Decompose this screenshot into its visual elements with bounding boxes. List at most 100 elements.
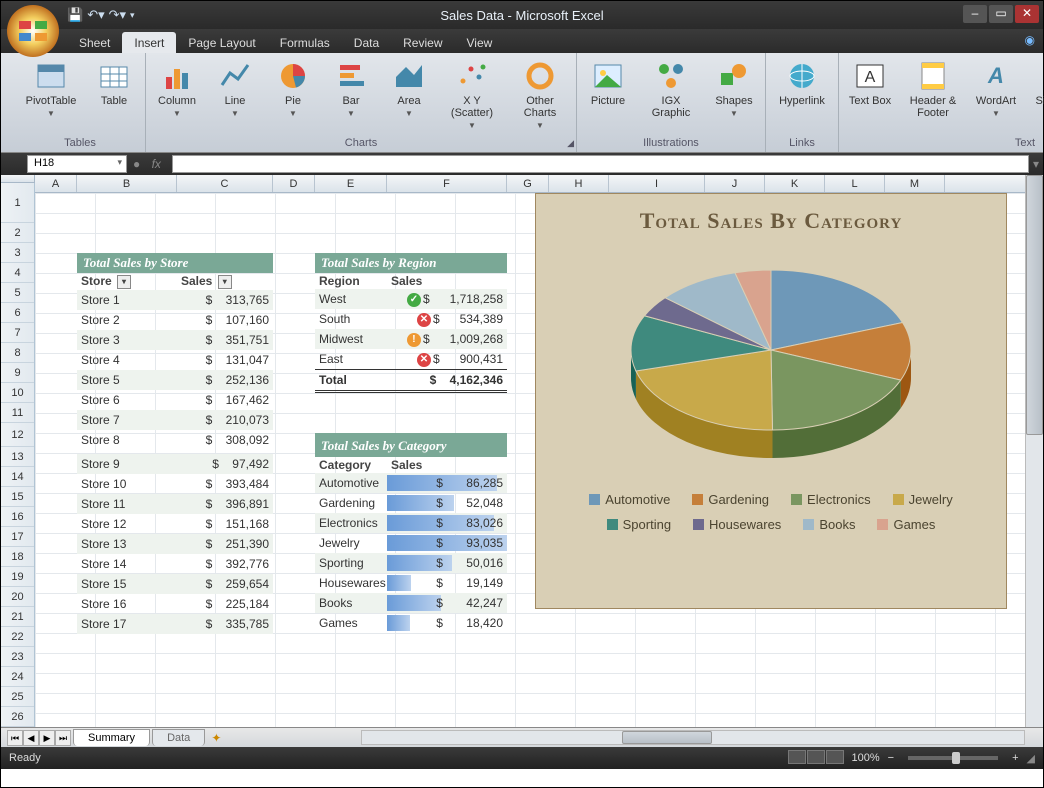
minimize-button[interactable]: – bbox=[963, 5, 987, 23]
filter-icon[interactable]: ▾ bbox=[218, 275, 232, 289]
hyperlink-button[interactable]: Hyperlink bbox=[772, 57, 832, 107]
x-y-scatter--button[interactable]: X Y (Scatter)▼ bbox=[442, 57, 502, 132]
ribbon: PivotTable▼TableTablesColumn▼Line▼Pie▼Ba… bbox=[1, 53, 1043, 153]
row-header-5[interactable]: 5 bbox=[1, 283, 34, 303]
col-header-F[interactable]: F bbox=[387, 175, 507, 192]
row-header-12[interactable]: 12 bbox=[1, 423, 34, 447]
row-header-21[interactable]: 21 bbox=[1, 607, 34, 627]
line-button[interactable]: Line▼ bbox=[210, 57, 260, 120]
column-button[interactable]: Column▼ bbox=[152, 57, 202, 120]
column-chart-icon bbox=[160, 59, 194, 93]
row-header-24[interactable]: 24 bbox=[1, 667, 34, 687]
tab-sheet[interactable]: Sheet bbox=[67, 32, 122, 53]
row-header-3[interactable]: 3 bbox=[1, 243, 34, 263]
fx-icon[interactable]: fx bbox=[146, 157, 166, 171]
col-header-A[interactable]: A bbox=[35, 175, 77, 192]
group-label-links: Links bbox=[772, 135, 832, 152]
tab-insert[interactable]: Insert bbox=[122, 32, 176, 53]
tab-page-layout[interactable]: Page Layout bbox=[176, 32, 267, 53]
filter-icon[interactable]: ▾ bbox=[117, 275, 131, 289]
row-header-23[interactable]: 23 bbox=[1, 647, 34, 667]
row-header-9[interactable]: 9 bbox=[1, 363, 34, 383]
col-header-G[interactable]: G bbox=[507, 175, 549, 192]
sheet-tab-data[interactable]: Data bbox=[152, 729, 205, 746]
col-header-M[interactable]: M bbox=[885, 175, 945, 192]
header-footer-button[interactable]: Header & Footer bbox=[903, 57, 963, 119]
horizontal-scrollbar[interactable] bbox=[361, 730, 1025, 745]
status-ready: Ready bbox=[9, 752, 41, 764]
row-header-20[interactable]: 20 bbox=[1, 587, 34, 607]
table-button[interactable]: Table bbox=[89, 57, 139, 107]
row-header-22[interactable]: 22 bbox=[1, 627, 34, 647]
row-header-2[interactable]: 2 bbox=[1, 223, 34, 243]
sheet-tab-summary[interactable]: Summary bbox=[73, 729, 150, 746]
col-header-L[interactable]: L bbox=[825, 175, 885, 192]
row-header-1[interactable]: 1 bbox=[1, 183, 34, 223]
col-header-E[interactable]: E bbox=[315, 175, 387, 192]
formula-input[interactable] bbox=[172, 155, 1029, 173]
pie-chart[interactable]: Total Sales By Category AutomotiveGarden… bbox=[535, 193, 1007, 609]
other-chart-icon bbox=[523, 59, 557, 93]
row-headers: 1234567891011121314151617181920212223242… bbox=[1, 183, 35, 727]
formula-expand-icon[interactable]: ▾ bbox=[1033, 157, 1039, 171]
zoom-level[interactable]: 100% bbox=[852, 752, 880, 764]
row-header-8[interactable]: 8 bbox=[1, 343, 34, 363]
wordart-button[interactable]: AWordArt▼ bbox=[971, 57, 1021, 120]
row-header-13[interactable]: 13 bbox=[1, 447, 34, 467]
row-header-16[interactable]: 16 bbox=[1, 507, 34, 527]
fx-cancel-icon[interactable]: ● bbox=[133, 157, 140, 171]
tab-view[interactable]: View bbox=[455, 32, 505, 53]
sheet-nav-prev-icon[interactable]: ◀ bbox=[23, 730, 39, 746]
row-header-10[interactable]: 10 bbox=[1, 383, 34, 403]
close-button[interactable]: ✕ bbox=[1015, 5, 1039, 23]
col-header-C[interactable]: C bbox=[177, 175, 273, 192]
col-header-I[interactable]: I bbox=[609, 175, 705, 192]
picture-button[interactable]: Picture bbox=[583, 57, 633, 107]
signature-line-button[interactable]: Signature Line▼ bbox=[1029, 57, 1044, 132]
col-header-J[interactable]: J bbox=[705, 175, 765, 192]
sheet-nav-next-icon[interactable]: ▶ bbox=[39, 730, 55, 746]
pivottable-button[interactable]: PivotTable▼ bbox=[21, 57, 81, 120]
row-header-6[interactable]: 6 bbox=[1, 303, 34, 323]
row-header-26[interactable]: 26 bbox=[1, 707, 34, 727]
tab-data[interactable]: Data bbox=[342, 32, 391, 53]
col-header-D[interactable]: D bbox=[273, 175, 315, 192]
col-header-H[interactable]: H bbox=[549, 175, 609, 192]
sheet-nav-first-icon[interactable]: ⏮ bbox=[7, 730, 23, 746]
zoom-out-icon[interactable]: − bbox=[888, 752, 894, 764]
row-header-14[interactable]: 14 bbox=[1, 467, 34, 487]
row-header-18[interactable]: 18 bbox=[1, 547, 34, 567]
bar-button[interactable]: Bar▼ bbox=[326, 57, 376, 120]
worksheet-grid[interactable]: 1234567891011121314151617181920212223242… bbox=[1, 175, 1043, 727]
pie-button[interactable]: Pie▼ bbox=[268, 57, 318, 120]
maximize-button[interactable]: ▭ bbox=[989, 5, 1013, 23]
row-header-4[interactable]: 4 bbox=[1, 263, 34, 283]
tab-review[interactable]: Review bbox=[391, 32, 454, 53]
help-icon[interactable]: ◉ bbox=[1025, 33, 1035, 47]
sheet-nav-last-icon[interactable]: ⏭ bbox=[55, 730, 71, 746]
row-header-7[interactable]: 7 bbox=[1, 323, 34, 343]
shapes-button[interactable]: Shapes▼ bbox=[709, 57, 759, 120]
row-header-19[interactable]: 19 bbox=[1, 567, 34, 587]
other-charts-button[interactable]: Other Charts▼ bbox=[510, 57, 570, 132]
name-box[interactable]: H18 bbox=[27, 155, 127, 173]
text-box-button[interactable]: AText Box bbox=[845, 57, 895, 107]
dialog-launcher-icon[interactable]: ◢ bbox=[567, 138, 574, 149]
zoom-in-icon[interactable]: + bbox=[1012, 752, 1018, 764]
office-button[interactable] bbox=[5, 3, 61, 59]
col-header-K[interactable]: K bbox=[765, 175, 825, 192]
vertical-scrollbar[interactable] bbox=[1025, 175, 1043, 727]
tab-formulas[interactable]: Formulas bbox=[268, 32, 342, 53]
igx-graphic-button[interactable]: IGX Graphic bbox=[641, 57, 701, 119]
row-header-11[interactable]: 11 bbox=[1, 403, 34, 423]
insert-sheet-icon[interactable]: ✦ bbox=[211, 731, 221, 745]
zoom-slider[interactable] bbox=[908, 756, 998, 760]
row-header-15[interactable]: 15 bbox=[1, 487, 34, 507]
row-header-17[interactable]: 17 bbox=[1, 527, 34, 547]
resize-grip-icon[interactable]: ◢ bbox=[1027, 752, 1035, 765]
row-header-25[interactable]: 25 bbox=[1, 687, 34, 707]
area-button[interactable]: Area▼ bbox=[384, 57, 434, 120]
select-all-corner[interactable] bbox=[1, 175, 35, 183]
view-buttons[interactable] bbox=[787, 750, 844, 767]
col-header-B[interactable]: B bbox=[77, 175, 177, 192]
